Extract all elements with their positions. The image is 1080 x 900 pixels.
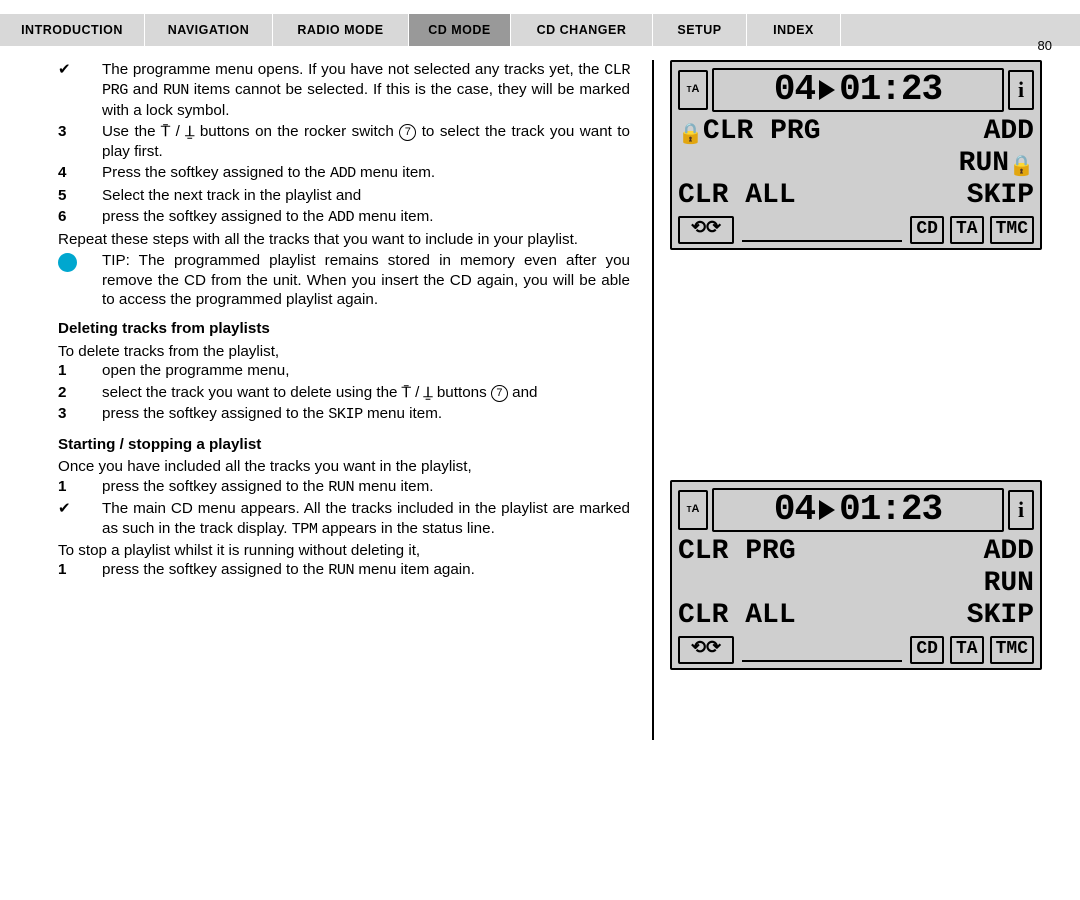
track-time-display: 0401:23	[712, 488, 1004, 532]
step-number: 2	[58, 383, 102, 402]
paragraph: To delete tracks from the playlist,	[58, 342, 630, 361]
cd-indicator: CD	[910, 636, 944, 664]
tab-setup[interactable]: Setup	[653, 14, 747, 46]
step-number: 1	[58, 560, 102, 580]
paragraph: The programme menu opens. If you have no…	[102, 60, 630, 120]
step-text: select the track you want to delete usin…	[102, 383, 630, 402]
check-icon: ✔	[58, 499, 102, 539]
device-display-unlocked: TA 0401:23 i CLR PRGADD RUN CLR ALLSKIP …	[670, 480, 1042, 670]
tmc-indicator: TMC	[990, 636, 1034, 664]
check-icon: ✔	[58, 60, 102, 120]
result-text: The main CD menu appears. All the tracks…	[102, 499, 630, 539]
softkey-run: RUN	[984, 568, 1034, 600]
ta-indicator: TA	[678, 490, 708, 530]
step-text: press the softkey assigned to the SKIP m…	[102, 404, 630, 424]
softkey-clr-prg: CLR PRG	[678, 536, 796, 568]
tab-bar: Introduction Navigation Radio Mode Cd Mo…	[0, 14, 1080, 46]
ta-indicator-bottom: TA	[950, 216, 984, 244]
step-text: Press the softkey assigned to the ADD me…	[102, 163, 630, 183]
softkey-run: RUN🔒	[959, 148, 1034, 180]
page-number: 80	[1038, 38, 1052, 55]
step-number: 1	[58, 477, 102, 497]
info-indicator: i	[1008, 70, 1034, 110]
step-number: 3	[58, 404, 102, 424]
ref-7-icon: 7	[491, 385, 508, 402]
paragraph: Repeat these steps with all the tracks t…	[58, 230, 630, 249]
step-text: Select the next track in the playlist an…	[102, 186, 630, 205]
tip-text: TIP: The programmed playlist remains sto…	[102, 251, 630, 309]
vertical-divider	[652, 60, 654, 740]
step-number: 1	[58, 361, 102, 380]
step-text: open the programme menu,	[102, 361, 630, 380]
ta-indicator-bottom: TA	[950, 636, 984, 664]
lock-icon: 🔒	[1009, 156, 1034, 179]
paragraph: To stop a playlist whilst it is running …	[58, 541, 630, 560]
tab-cd-mode[interactable]: Cd Mode	[409, 14, 511, 46]
softkey-skip: SKIP	[967, 600, 1034, 632]
tab-index[interactable]: Index	[747, 14, 841, 46]
device-display-locked: TA 0401:23 i 🔒CLR PRG ADD RUN🔒 CLR ALL SKI…	[670, 60, 1042, 250]
paragraph: Once you have included all the tracks yo…	[58, 457, 630, 476]
step-number: 6	[58, 207, 102, 227]
tab-navigation[interactable]: Navigation	[145, 14, 273, 46]
ref-7-icon: 7	[399, 124, 416, 141]
track-time-display: 0401:23	[712, 68, 1004, 112]
softkey-skip: SKIP	[967, 180, 1034, 212]
repeat-indicator-icon: ⟲⟳	[678, 216, 734, 244]
lock-icon: 🔒	[678, 124, 703, 147]
step-number: 4	[58, 163, 102, 183]
step-text: press the softkey assigned to the RUN me…	[102, 477, 630, 497]
tab-cd-changer[interactable]: Cd Changer	[511, 14, 653, 46]
softkey-clr-all: CLR ALL	[678, 600, 796, 632]
softkey-clr-all: CLR ALL	[678, 180, 796, 212]
tab-radio-mode[interactable]: Radio Mode	[273, 14, 409, 46]
repeat-indicator-icon: ⟲⟳	[678, 636, 734, 664]
step-text: Use the ⍑ / ⍊ buttons on the rocker swit…	[102, 122, 630, 161]
softkey-clr-prg: 🔒CLR PRG	[678, 116, 821, 148]
tmc-indicator: TMC	[990, 216, 1034, 244]
tab-introduction[interactable]: Introduction	[0, 14, 145, 46]
heading: Starting / stopping a playlist	[58, 435, 630, 454]
heading: Deleting tracks from playlists	[58, 319, 630, 338]
body-text: ✔ The programme menu opens. If you have …	[58, 60, 630, 583]
ta-indicator: TA	[678, 70, 708, 110]
step-number: 3	[58, 122, 102, 161]
step-number: 5	[58, 186, 102, 205]
step-text: press the softkey assigned to the RUN me…	[102, 560, 630, 580]
softkey-add: ADD	[984, 536, 1034, 568]
info-indicator: i	[1008, 490, 1034, 530]
cd-indicator: CD	[910, 216, 944, 244]
play-icon	[819, 80, 835, 100]
tip-icon	[58, 251, 102, 309]
softkey-add: ADD	[984, 116, 1034, 148]
step-text: press the softkey assigned to the ADD me…	[102, 207, 630, 227]
play-icon	[819, 500, 835, 520]
